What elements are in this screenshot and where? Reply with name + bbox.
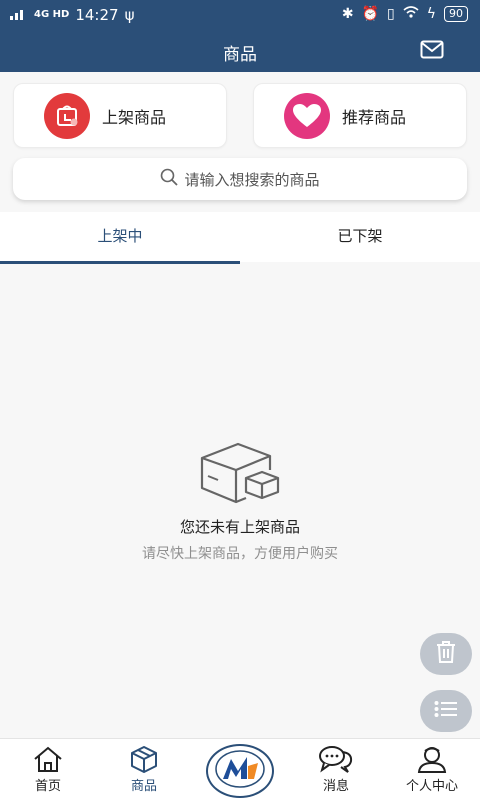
chat-icon <box>319 746 353 773</box>
nav-messages-label: 消息 <box>322 779 349 794</box>
nav-messages[interactable]: 消息 <box>296 745 376 794</box>
status-bar: 4G HD 14:27 ψ ✱ ⏰ ▯ ϟ 90 <box>0 0 480 30</box>
product-box-icon <box>131 746 157 773</box>
bluetooth-icon: ✱ <box>341 6 354 22</box>
list-product-card[interactable]: 上架商品 <box>13 83 227 148</box>
vibrate-icon: ▯ <box>387 6 395 22</box>
brand-logo-button[interactable] <box>206 744 274 798</box>
shelf-upload-icon <box>44 92 90 139</box>
tab-off-shelf[interactable]: 已下架 <box>240 212 480 262</box>
heart-icon <box>284 92 330 139</box>
search-icon <box>160 168 179 190</box>
trash-icon <box>435 640 457 668</box>
page-title: 商品 <box>223 45 257 65</box>
list-product-label: 上架商品 <box>102 107 167 127</box>
mail-icon[interactable] <box>420 40 444 60</box>
signal-icon <box>10 6 28 24</box>
charging-icon: ϟ <box>426 6 436 22</box>
nav-home-label: 首页 <box>34 779 61 794</box>
status-time: 14:27 <box>75 6 119 24</box>
nav-profile-label: 个人中心 <box>405 779 458 794</box>
home-icon <box>34 746 62 772</box>
network-type: 4G HD <box>34 9 70 20</box>
list-view-button[interactable] <box>420 690 472 732</box>
nav-profile[interactable]: 个人中心 <box>392 745 472 794</box>
box-icon <box>198 440 282 504</box>
nav-products-label: 商品 <box>130 779 157 794</box>
search-input[interactable]: 请输入想搜索的商品 <box>13 158 467 200</box>
status-tabs: 上架中 已下架 <box>0 212 480 264</box>
user-icon <box>417 747 447 773</box>
search-placeholder: 请输入想搜索的商品 <box>184 170 320 189</box>
recommend-product-label: 推荐商品 <box>342 107 407 127</box>
list-icon <box>434 700 458 722</box>
empty-state-title: 您还未有上架商品 <box>179 518 300 536</box>
wifi-icon <box>403 6 419 22</box>
nav-products[interactable]: 商品 <box>104 745 184 794</box>
alarm-icon: ⏰ <box>361 6 380 22</box>
nav-home[interactable]: 首页 <box>8 745 88 794</box>
empty-state-subtitle: 请尽快上架商品，方便用户购买 <box>142 546 338 562</box>
tab-on-shelf[interactable]: 上架中 <box>0 212 240 264</box>
top-bar: 4G HD 14:27 ψ ✱ ⏰ ▯ ϟ 90 商品 <box>0 0 480 72</box>
recommend-product-card[interactable]: 推荐商品 <box>253 83 467 148</box>
battery-indicator: 90 <box>444 6 468 22</box>
gesture-bar <box>0 796 480 800</box>
usb-icon: ψ <box>124 6 135 24</box>
delete-button[interactable] <box>420 633 472 675</box>
brand-logo-icon <box>214 749 266 793</box>
